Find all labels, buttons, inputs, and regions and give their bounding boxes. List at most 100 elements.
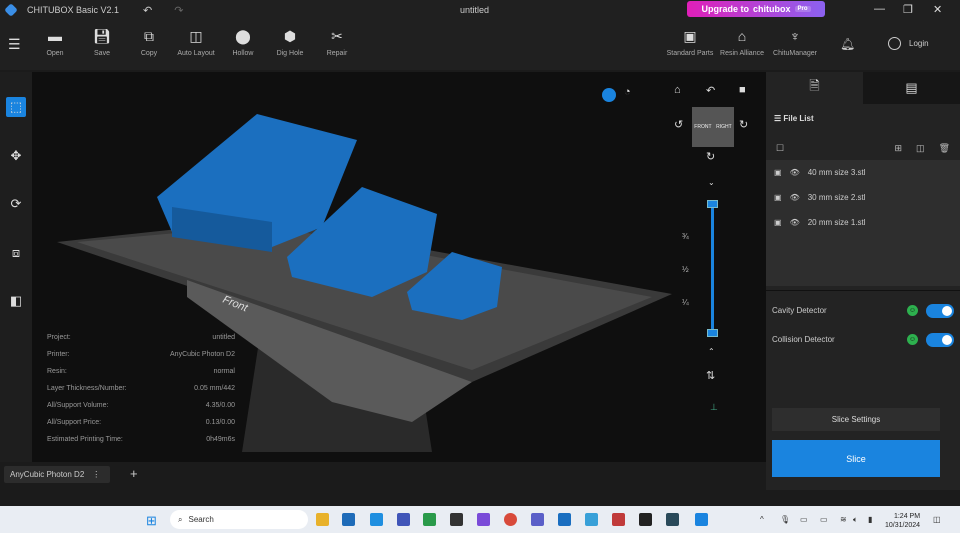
tab-printer[interactable]: ▤	[863, 72, 960, 104]
split-icon[interactable]: ◫	[916, 143, 925, 154]
windows-start-icon[interactable]: ⊞	[146, 513, 157, 529]
app-icon[interactable]	[666, 513, 679, 526]
slider-swap-icon[interactable]: ⇅	[706, 369, 715, 382]
orthographic-view-icon[interactable]: ◔	[624, 86, 631, 98]
collision-detector-toggle[interactable]	[926, 332, 954, 347]
title-bar: CHITUBOX Basic V2.1 ↶ ↷ untitled Upgrade…	[0, 0, 960, 20]
slider-up-icon[interactable]: ⌄	[708, 178, 715, 187]
rotate-left-view-icon[interactable]: ↶	[706, 84, 715, 97]
repair-label: Repair	[326, 50, 348, 57]
open-button[interactable]: ▬ Open	[28, 28, 82, 57]
tray-icon[interactable]: ▭	[800, 515, 808, 524]
app-icon[interactable]	[477, 513, 490, 526]
app-icon[interactable]	[585, 513, 598, 526]
printer-tab[interactable]: AnyCubic Photon D2 ⋮	[4, 466, 110, 483]
resin-alliance-button[interactable]: ⌂ Resin Alliance	[715, 28, 769, 57]
layer-slider-bottom-handle[interactable]	[707, 329, 718, 337]
rotate-ccw-icon[interactable]: ↺	[674, 118, 683, 131]
hollow-button[interactable]: ⬤ Hollow	[216, 28, 270, 57]
perspective-view-icon[interactable]	[602, 88, 616, 102]
info-value: normal	[213, 368, 235, 375]
restore-icon[interactable]: ❐	[903, 3, 913, 16]
save-icon: 💾︎	[93, 28, 111, 44]
delete-icon[interactable]: 🗑︎	[939, 143, 950, 154]
auto-layout-button[interactable]: ◫ Auto Layout	[169, 28, 223, 57]
clock[interactable]: 1:24 PM 10/31/2024	[885, 512, 920, 530]
outlook-icon[interactable]	[558, 513, 571, 526]
app-icon[interactable]	[423, 513, 436, 526]
store-icon[interactable]	[342, 513, 355, 526]
app-icon[interactable]	[612, 513, 625, 526]
slider-mark-quarter: ¼	[682, 298, 689, 307]
select-all-checkbox[interactable]: ☐	[776, 143, 784, 154]
teams-icon[interactable]	[531, 513, 544, 526]
add-printer-icon[interactable]: +	[130, 466, 138, 481]
list-item[interactable]: ▣ 👁︎ 40 mm size 3.stl	[766, 160, 960, 185]
bell-icon[interactable]: 🔔︎	[840, 37, 855, 51]
dig-hole-button[interactable]: ⬢ Dig Hole	[263, 28, 317, 57]
login-button[interactable]: Login	[888, 37, 929, 50]
file-explorer-icon[interactable]	[316, 513, 329, 526]
app-icon[interactable]	[639, 513, 652, 526]
redo-icon[interactable]: ↷	[174, 4, 183, 17]
flip-view-icon[interactable]: ↻	[706, 150, 715, 163]
list-item[interactable]: ▣ 👁︎ 20 mm size 1.stl	[766, 210, 960, 235]
cavity-detector-toggle[interactable]	[926, 303, 954, 318]
info-row: Estimated Printing Time: 0h49m6s	[47, 436, 235, 453]
minimize-icon[interactable]: —	[874, 3, 885, 15]
date: 10/31/2024	[885, 522, 921, 529]
chrome-icon[interactable]	[504, 513, 517, 526]
app-icon[interactable]	[450, 513, 463, 526]
eye-icon[interactable]: 👁︎	[790, 193, 800, 202]
view-cube[interactable]: FRONT RIGHT	[692, 107, 734, 147]
app-icon[interactable]	[397, 513, 410, 526]
ok-icon: ☺	[907, 305, 918, 316]
more-icon[interactable]: ⋮	[92, 470, 100, 479]
checkbox[interactable]: ▣	[774, 193, 782, 202]
checkbox[interactable]: ▣	[774, 168, 782, 177]
slice-button[interactable]: Slice	[772, 440, 940, 477]
box-view-icon[interactable]: ■	[739, 84, 746, 96]
checkbox[interactable]: ▣	[774, 218, 782, 227]
app-icon[interactable]	[370, 513, 383, 526]
save-button[interactable]: 💾︎ Save	[75, 28, 129, 57]
rotate-tool-icon[interactable]: ⟳	[6, 194, 26, 214]
tab-file-settings[interactable]: 🗎︎	[766, 72, 863, 104]
battery-icon[interactable]: ▮	[868, 515, 872, 524]
move-tool-icon[interactable]: ✥	[6, 146, 26, 166]
eye-icon[interactable]: 👁︎	[790, 218, 800, 227]
slider-down-icon[interactable]: ⌃	[708, 347, 715, 356]
right-panel: 🗎︎ ▤ ☰ File List ☐ ⊞ ◫ 🗑︎ ▣ 👁︎ 40 mm size 3.…	[766, 72, 960, 490]
repair-button[interactable]: ✂ Repair	[310, 28, 364, 57]
slice-settings-button[interactable]: Slice Settings	[772, 408, 940, 431]
menu-icon[interactable]: ☰	[8, 36, 21, 53]
upgrade-button[interactable]: Upgrade to chitubox Pro	[687, 1, 825, 17]
undo-icon[interactable]: ↶	[143, 4, 152, 17]
scale-tool-icon[interactable]: ⧈	[6, 243, 26, 263]
home-view-icon[interactable]: ⌂	[674, 84, 681, 96]
eye-icon[interactable]: 👁︎	[790, 168, 800, 177]
taskbar-search[interactable]: ⌕ Search	[170, 510, 308, 529]
chitubox-taskbar-icon[interactable]	[695, 513, 708, 526]
layer-slider-track[interactable]	[711, 202, 714, 336]
wifi-icon[interactable]: ≋	[840, 515, 847, 524]
close-icon[interactable]: ✕	[933, 3, 942, 16]
mirror-tool-icon[interactable]: ◧	[6, 291, 26, 311]
rotate-cw-icon[interactable]: ↻	[739, 118, 748, 131]
chitumanager-button[interactable]: ♆ ChituManager	[768, 28, 822, 57]
layer-slider-top-handle[interactable]	[707, 200, 718, 208]
select-tool-icon[interactable]: ⬚	[6, 97, 26, 117]
copy-button[interactable]: ⧉ Copy	[122, 28, 176, 57]
chevron-up-icon[interactable]: ^	[760, 515, 764, 524]
ok-icon: ☺	[907, 334, 918, 345]
standard-parts-button[interactable]: ▣ Standard Parts	[663, 28, 717, 57]
file-list: ▣ 👁︎ 40 mm size 3.stl ▣ 👁︎ 30 mm size 2.stl …	[766, 160, 960, 286]
microphone-icon[interactable]: 🎙︎	[780, 515, 790, 524]
tray-icon[interactable]: ▭	[820, 515, 828, 524]
3d-viewport[interactable]: Front ◔ ⌂ ↶ ■ ↺ ↻ FRONT RIGHT ↻ ⌄ ¾ ½ ¼ ⌃…	[32, 72, 766, 462]
list-item[interactable]: ▣ 👁︎ 30 mm size 2.stl	[766, 185, 960, 210]
info-value: 4.35/0.00	[205, 402, 235, 409]
add-file-icon[interactable]: ⊞	[895, 143, 903, 154]
volume-icon[interactable]: 🔈︎	[853, 515, 858, 525]
notification-icon[interactable]: ◫	[933, 515, 941, 524]
